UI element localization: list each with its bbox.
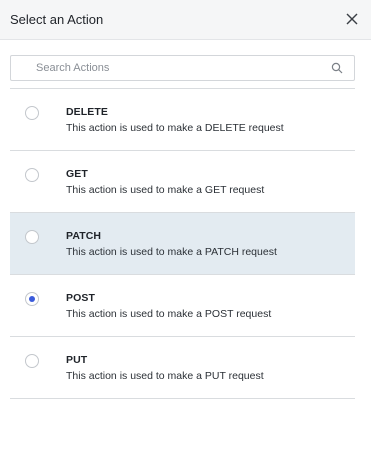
dialog-header: Select an Action — [0, 0, 371, 40]
radio-button[interactable] — [25, 106, 39, 120]
action-item-delete[interactable]: DELETE This action is used to make a DEL… — [10, 88, 355, 150]
action-description: This action is used to make a DELETE req… — [66, 122, 284, 134]
radio-button[interactable] — [25, 168, 39, 182]
search-box — [10, 55, 355, 81]
action-list: DELETE This action is used to make a DEL… — [10, 88, 355, 399]
action-description: This action is used to make a GET reques… — [66, 184, 265, 196]
search-icon[interactable] — [331, 62, 343, 74]
action-description: This action is used to make a PATCH requ… — [66, 246, 277, 258]
action-item-patch[interactable]: PATCH This action is used to make a PATC… — [10, 212, 355, 274]
action-description: This action is used to make a POST reque… — [66, 308, 272, 320]
close-icon — [346, 13, 358, 25]
action-item-put[interactable]: PUT This action is used to make a PUT re… — [10, 336, 355, 399]
close-button[interactable] — [345, 12, 359, 26]
action-item-get[interactable]: GET This action is used to make a GET re… — [10, 150, 355, 212]
action-name: PUT — [66, 354, 88, 366]
radio-button[interactable] — [25, 230, 39, 244]
action-item-post[interactable]: POST This action is used to make a POST … — [10, 274, 355, 336]
action-name: PATCH — [66, 230, 102, 242]
dialog-title: Select an Action — [10, 12, 104, 27]
action-name: GET — [66, 168, 88, 180]
search-input[interactable] — [11, 56, 321, 80]
radio-button[interactable] — [25, 292, 39, 306]
action-name: DELETE — [66, 106, 109, 118]
action-name: POST — [66, 292, 95, 304]
radio-button[interactable] — [25, 354, 39, 368]
action-description: This action is used to make a PUT reques… — [66, 370, 264, 382]
